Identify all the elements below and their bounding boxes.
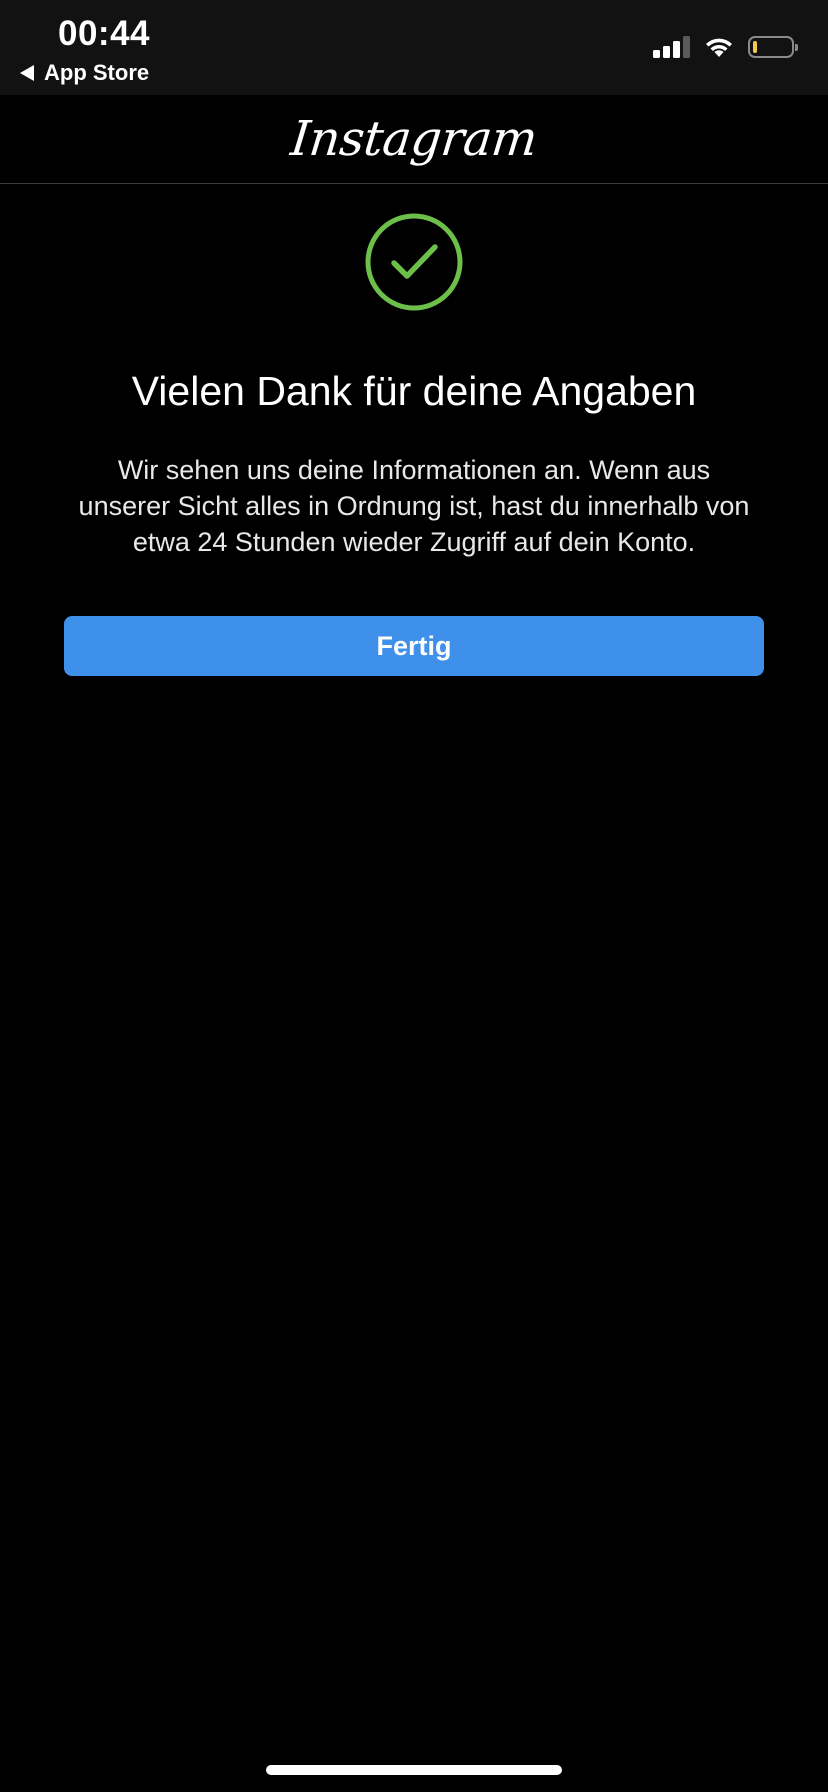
battery-icon bbox=[748, 36, 798, 58]
back-arrow-icon bbox=[20, 65, 34, 81]
battery-level-fill bbox=[753, 41, 757, 53]
app-header: Instagram bbox=[0, 95, 828, 184]
cellular-signal-icon bbox=[653, 36, 690, 58]
wifi-icon bbox=[706, 38, 732, 57]
confirmation-title: Vielen Dank für deine Angaben bbox=[131, 368, 697, 414]
home-indicator[interactable] bbox=[266, 1765, 562, 1775]
done-button[interactable]: Fertig bbox=[64, 616, 764, 676]
back-to-app-store-link[interactable]: App Store bbox=[20, 60, 149, 86]
instagram-logo: Instagram bbox=[288, 111, 540, 167]
check-circle-icon bbox=[365, 213, 463, 311]
status-bar: 00:44 App Store bbox=[0, 0, 828, 95]
confirmation-message: Wir sehen uns deine Informationen an. We… bbox=[78, 455, 750, 557]
status-time: 00:44 bbox=[58, 14, 151, 53]
status-icons bbox=[653, 36, 798, 58]
back-app-label: App Store bbox=[44, 60, 150, 85]
